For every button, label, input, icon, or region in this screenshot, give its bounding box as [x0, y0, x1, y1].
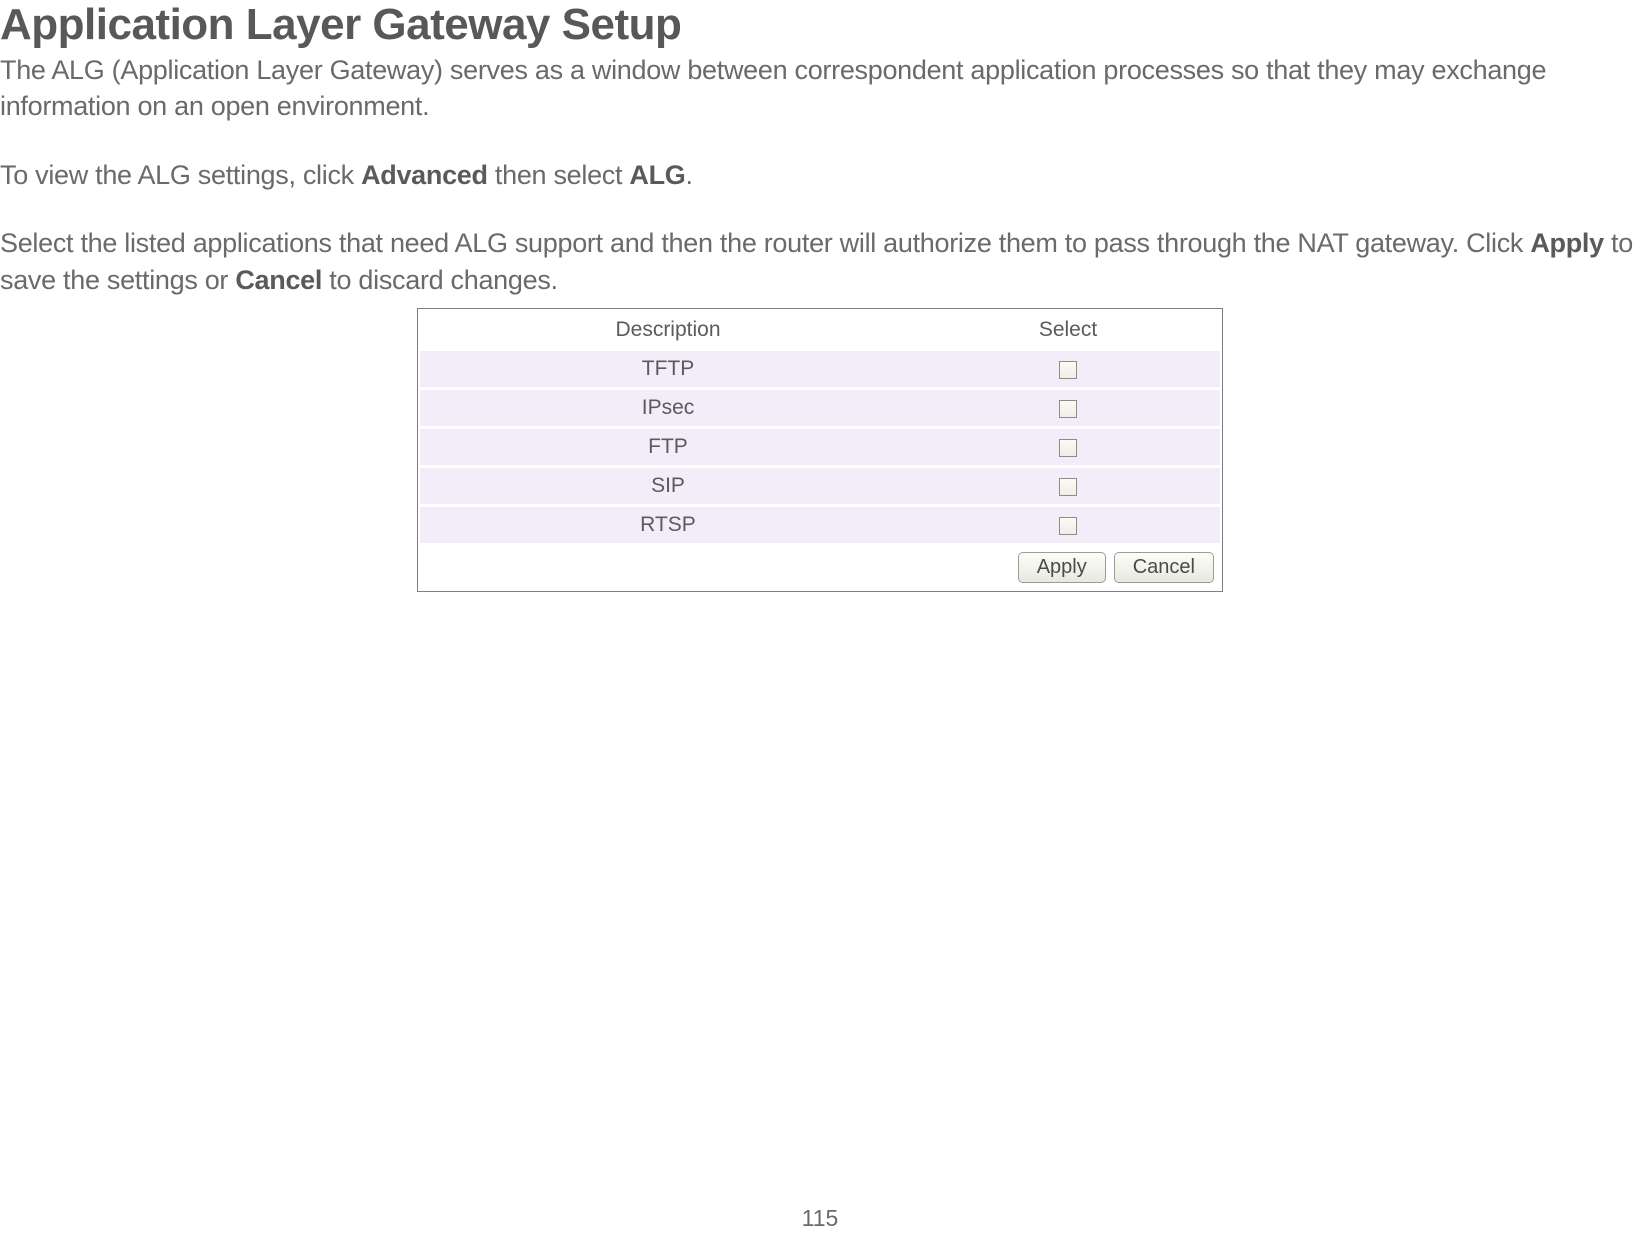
text: Select the listed applications that need… — [0, 228, 1530, 258]
table-row: TFTP — [420, 351, 1220, 387]
checkbox-tftp[interactable] — [1059, 361, 1077, 379]
text: To view the ALG settings, click — [0, 160, 361, 190]
row-label-ipsec: IPsec — [420, 390, 916, 426]
checkbox-sip[interactable] — [1059, 478, 1077, 496]
table-row: RTSP — [420, 507, 1220, 543]
page-number: 115 — [0, 1205, 1640, 1232]
instruction-paragraph-2: Select the listed applications that need… — [0, 225, 1640, 298]
button-row: Apply Cancel — [420, 546, 1220, 585]
alg-table: Description Select TFTP IPsec FTP — [420, 311, 1220, 546]
row-label-tftp: TFTP — [420, 351, 916, 387]
advanced-label: Advanced — [361, 160, 488, 190]
table-row: IPsec — [420, 390, 1220, 426]
checkbox-rtsp[interactable] — [1059, 517, 1077, 535]
alg-label: ALG — [629, 160, 685, 190]
checkbox-ftp[interactable] — [1059, 439, 1077, 457]
table-row: SIP — [420, 468, 1220, 504]
checkbox-ipsec[interactable] — [1059, 400, 1077, 418]
page-title: Application Layer Gateway Setup — [0, 0, 1640, 50]
table-row: FTP — [420, 429, 1220, 465]
text: to discard changes. — [322, 265, 558, 295]
text: then select — [488, 160, 630, 190]
apply-label: Apply — [1530, 228, 1604, 258]
cancel-label: Cancel — [235, 265, 322, 295]
row-label-rtsp: RTSP — [420, 507, 916, 543]
row-label-ftp: FTP — [420, 429, 916, 465]
row-label-sip: SIP — [420, 468, 916, 504]
col-header-description: Description — [420, 314, 916, 348]
intro-paragraph: The ALG (Application Layer Gateway) serv… — [0, 52, 1640, 125]
text: . — [686, 160, 693, 190]
alg-settings-panel: Description Select TFTP IPsec FTP — [417, 308, 1223, 592]
col-header-select: Select — [916, 314, 1220, 348]
apply-button[interactable]: Apply — [1018, 552, 1106, 583]
cancel-button[interactable]: Cancel — [1114, 552, 1214, 583]
instruction-paragraph-1: To view the ALG settings, click Advanced… — [0, 157, 1640, 193]
